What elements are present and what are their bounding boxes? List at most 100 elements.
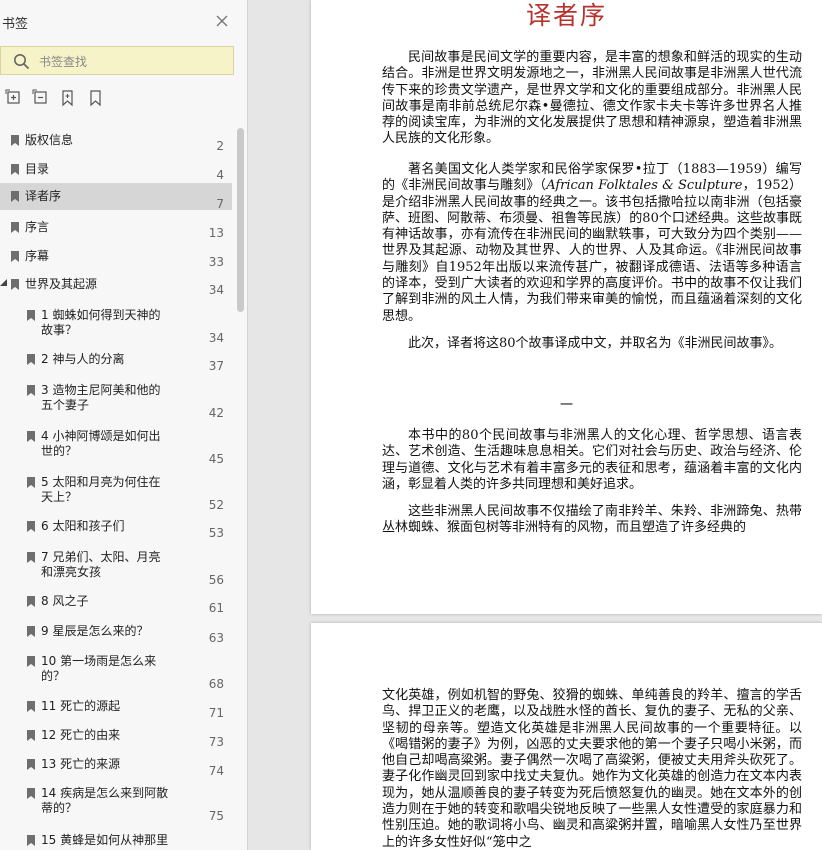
bookmark-label: 6 太阳和孩子们 [41,519,125,533]
bookmark-page-number: 33 [208,255,224,269]
bookmark-page-number: 61 [208,601,224,615]
bookmark-item[interactable]: 7 兄弟们、太阳、月亮和漂亮女孩 56 [0,544,232,587]
bookmark-item[interactable]: 4 小神阿博颂是如何出世的？ 45 [0,423,232,466]
bookmark-label: 11 死亡的源起 [41,699,121,713]
bookmark-search-input[interactable] [37,51,231,73]
bookmark-icon [27,730,35,741]
bookmark-item[interactable]: 13 死亡的来源 74 [0,751,232,778]
paragraph: 著名美国文化人类学家和民俗学家保罗•拉丁（1883—1959）编写的《非洲民间故… [382,162,802,325]
page-title: 译者序 [525,1,607,30]
bookmark-label: 15 黄蜂是如何从神那里 [41,833,169,847]
bookmark-page-number: 63 [208,631,224,645]
bookmark-icon [11,279,19,290]
paragraph: 这些非洲黑人民间故事不仅描绘了南非羚羊、朱羚、非洲蹄兔、热带丛林蜘蛛、猴面包树等… [382,504,802,536]
bookmark-icon [11,164,19,175]
bookmark-page-number: 52 [208,498,224,512]
collapse-all-icon[interactable] [31,88,51,108]
bookmark-icon [11,251,19,262]
sidebar-scrollbar[interactable] [236,124,245,850]
bookmark-icon [27,788,35,799]
paragraph: 本书中的80个民间故事与非洲黑人的文化心理、哲学思想、语言表达、艺术创造、生活趣… [382,428,802,492]
expand-all-icon[interactable] [4,88,24,108]
bookmark-sidebar: 书签 版权信息 2 目录 4 译者序 7 序言 13 序幕 33 世界及其起源 34 [0,0,248,850]
bookmark-page-number: 71 [208,706,224,720]
bookmark-icon [27,552,35,563]
bookmark-label: 3 造物主尼阿美和他的五个妻子 [41,383,161,412]
bookmark-item[interactable]: 世界及其起源 34 [0,271,232,297]
bookmark-item[interactable]: 8 风之子 61 [0,588,232,615]
bookmark-page-number: 7 [216,197,224,211]
bookmark-label: 译者序 [25,189,62,203]
bookmark-item[interactable]: 12 死亡的由来 73 [0,722,232,749]
add-bookmark-icon[interactable] [58,88,78,108]
bookmark-label: 13 死亡的来源 [41,757,121,771]
bookmark-icon [27,835,35,846]
bookmark-icon [11,222,19,233]
bookmark-page-number: 34 [208,331,224,345]
bookmark-icon [27,385,35,396]
paragraph: 民间故事是民间文学的重要内容，是丰富的想象和鲜活的现实的生动结合。非洲是世界文明… [382,50,802,147]
paragraph-text: ，1952）是介绍非洲黑人民间故事的经典之一。该书包括撒哈拉以南非洲（包括豪萨、… [382,178,802,324]
bookmark-icon [27,701,35,712]
scrollbar-thumb[interactable] [237,128,244,312]
bookmark-label: 10 第一场雨是怎么来的？ [41,654,157,683]
bookmark-item[interactable]: 目录 4 [0,156,232,182]
bookmark-icon [27,656,35,667]
bookmark-label: 12 死亡的由来 [41,728,121,742]
bookmark-item[interactable]: 译者序 7 [0,183,232,211]
bookmark-icon [27,521,35,532]
bookmark-label: 7 兄弟们、太阳、月亮和漂亮女孩 [41,550,161,579]
bookmark-page-number: 4 [216,168,224,182]
bookmark-item[interactable]: 2 神与人的分离 37 [0,346,232,373]
bookmark-item[interactable]: 6 太阳和孩子们 53 [0,513,232,540]
bookmark-page-number: 42 [208,406,224,420]
paragraph: 此次，译者将这80个故事译成中文，并取名为《非洲民间故事》。 [408,336,783,351]
bookmark-icon [27,477,35,488]
bookmark-item[interactable]: 序言 13 [0,214,232,240]
bookmark-icon [27,431,35,442]
bookmark-icon [27,354,35,365]
bookmark-page-number: 34 [208,283,224,297]
bookmark-page-number: 73 [208,735,224,749]
bookmark-item[interactable]: 3 造物主尼阿美和他的五个妻子 42 [0,377,232,420]
section-heading: 一 [559,398,573,413]
bookmark-icon [27,310,35,321]
close-icon[interactable] [215,14,229,28]
bookmark-item[interactable]: 序幕 33 [0,243,232,269]
bookmark-page-number: 75 [208,809,224,823]
bookmark-page-number: 53 [208,526,224,540]
bookmark-page-number: 56 [208,573,224,587]
bookmark-item[interactable]: 版权信息 2 [0,127,232,153]
bookmark-item[interactable]: 9 星辰是怎么来的？ 63 [0,618,232,645]
bookmark-label: 世界及其起源 [25,277,98,291]
bookmark-icon [11,135,19,146]
bookmark-label: 5 太阳和月亮为何住在天上？ [41,475,161,504]
bookmark-search-box[interactable] [0,46,234,75]
bookmark-page-number: 68 [208,677,224,691]
bookmark-item[interactable]: 14 疾病是怎么来到阿散蒂的？ 75 [0,780,232,823]
bookmark-icon[interactable] [86,88,106,108]
sidebar-header: 书签 [0,0,247,42]
bookmark-label: 序言 [25,220,50,234]
bookmark-icon [11,191,19,202]
bookmark-list: 版权信息 2 目录 4 译者序 7 序言 13 序幕 33 世界及其起源 34 1 蜘蛛如何得到天神的故… [0,124,236,850]
bookmark-item[interactable]: 10 第一场雨是怎么来的？ 68 [0,648,232,691]
paragraph: 文化英雄，例如机智的野兔、狡猾的蜘蛛、单纯善良的羚羊、擅言的学舌鸟、捍卫正义的老… [382,688,802,850]
bookmark-label: 序幕 [25,249,50,263]
expanded-triangle-icon[interactable] [0,279,8,287]
bookmark-item[interactable]: 15 黄蜂是如何从神那里 [0,827,232,850]
bookmark-item[interactable]: 1 蜘蛛如何得到天神的故事？ 34 [0,302,232,345]
bookmark-page-number: 45 [208,452,224,466]
sidebar-title: 书签 [2,17,29,32]
bookmark-label: 1 蜘蛛如何得到天神的故事？ [41,308,161,337]
bookmark-label: 14 疾病是怎么来到阿散蒂的？ [41,786,169,815]
bookmark-label: 8 风之子 [41,594,89,608]
bookmark-item[interactable]: 5 太阳和月亮为何住在天上？ 52 [0,469,232,512]
book-title-italic: African Folktales & Sculpture [546,178,743,194]
bookmark-icon [27,626,35,637]
document-page: 文化英雄，例如机智的野兔、狡猾的蜘蛛、单纯善良的羚羊、擅言的学舌鸟、捍卫正义的老… [311,623,822,850]
search-icon [14,54,30,70]
bookmark-icon [27,759,35,770]
bookmark-item[interactable]: 11 死亡的源起 71 [0,693,232,720]
bookmark-page-number: 13 [208,226,224,240]
